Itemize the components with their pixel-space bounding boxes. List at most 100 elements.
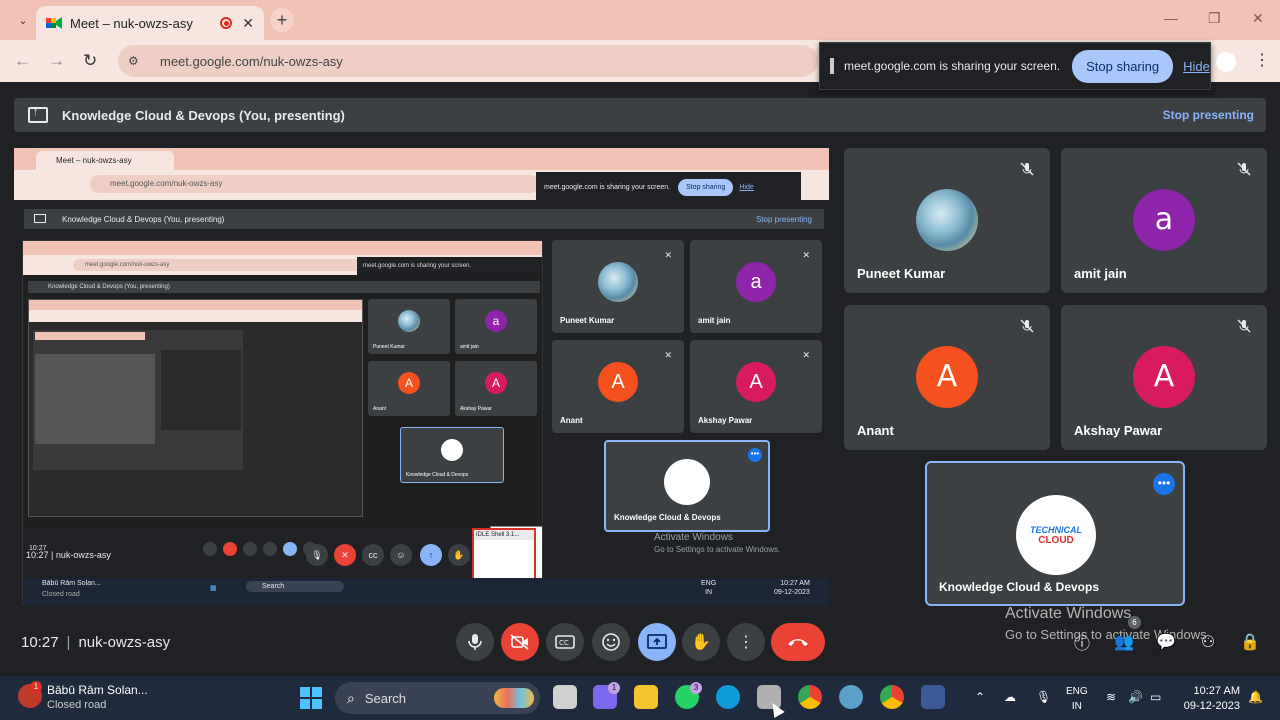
present-screen-icon (28, 106, 48, 123)
python-idle-icon[interactable] (921, 685, 945, 709)
shared-tile-anant: ✕ A Anant (552, 340, 684, 433)
chat-icon[interactable]: 💬 (1154, 630, 1178, 654)
minimize-button[interactable]: — (1164, 10, 1178, 26)
weather-user[interactable]: Bābū Rām Solan... (47, 683, 148, 697)
volume-icon[interactable]: 🔊 (1128, 690, 1143, 704)
activities-icon[interactable]: ⚇ (1196, 630, 1220, 654)
stop-presenting-button[interactable]: Stop presenting (1163, 108, 1254, 122)
browser-icon[interactable] (839, 685, 863, 709)
nested-tile-knowledge: Knowledge Cloud & Devops (400, 427, 504, 483)
more-options-icon[interactable]: ••• (1153, 473, 1175, 495)
shared-tile-name: Anant (560, 416, 583, 425)
shared-datetime: 10:27 AM 09-12-2023 (774, 580, 810, 596)
presenting-title: Knowledge Cloud & Devops (You, presentin… (62, 107, 345, 123)
deep-tiles (161, 350, 241, 430)
participant-tile-puneet[interactable]: Puneet Kumar (844, 148, 1050, 293)
shared-emoji-icon: ☺ (390, 544, 412, 566)
nested-inner-screen (28, 299, 363, 517)
site-info-icon[interactable]: ⚙ (128, 54, 146, 68)
tray-mic-icon[interactable]: 🎙 (1036, 690, 1051, 704)
participant-tile-akshay[interactable]: A Akshay Pawar (1061, 305, 1267, 450)
maximize-button[interactable]: ❐ (1208, 10, 1221, 27)
tab-strip: ⌄ Meet – nuk-owzs-asy ✕ + — ❐ ✕ (0, 0, 1280, 40)
present-screen-icon (647, 634, 667, 649)
shared-tile-name: Puneet Kumar (560, 316, 615, 325)
weather-status[interactable]: Closed road (47, 699, 106, 711)
tray-chevron-icon[interactable]: ⌃ (975, 690, 985, 704)
raise-hand-button[interactable]: ✋ (682, 623, 720, 661)
participant-tile-amit[interactable]: a amit jain (1061, 148, 1267, 293)
presenting-bar: Knowledge Cloud & Devops (You, presentin… (14, 98, 1266, 132)
window-close-button[interactable]: ✕ (1252, 10, 1264, 27)
hide-link[interactable]: Hide (1183, 59, 1210, 74)
camera-button[interactable] (501, 623, 539, 661)
nested-tile-puneet: Puneet Kumar (368, 299, 450, 354)
notifications-bell-icon[interactable]: 🔔 (1248, 690, 1263, 704)
hand-icon: ✋ (691, 634, 711, 651)
forward-icon[interactable]: → (48, 51, 65, 71)
language-indicator[interactable]: ENG IN (1066, 684, 1088, 714)
more-vert-icon: ⋮ (738, 634, 754, 651)
shared-present-icon: ↑ (420, 544, 442, 566)
microphone-button[interactable] (456, 623, 494, 661)
tab-search-icon[interactable]: ⌄ (10, 8, 36, 32)
hang-up-icon (788, 639, 808, 646)
participant-name: Akshay Pawar (1074, 423, 1163, 438)
tab-meet[interactable]: Meet – nuk-owzs-asy ✕ (36, 6, 264, 40)
chrome-profile-icon[interactable] (880, 685, 904, 709)
battery-icon[interactable]: ▭ (1150, 690, 1161, 704)
drag-handle-icon[interactable] (830, 58, 834, 74)
reload-icon[interactable]: ↻ (83, 51, 97, 71)
nested-tab-strip (23, 241, 542, 255)
present-button[interactable] (638, 623, 676, 661)
people-icon[interactable]: 👥 (1112, 630, 1136, 654)
shared-tile-name: Knowledge Cloud & Devops (614, 513, 721, 522)
menu-kebab-icon[interactable]: ⋮ (1254, 50, 1270, 70)
tab-close-icon[interactable]: ✕ (242, 15, 254, 32)
meeting-code: nuk-owzs-asy (78, 634, 171, 651)
taskbar-search[interactable]: ⌕ Search (335, 682, 540, 714)
wifi-icon[interactable]: ≋ (1106, 690, 1116, 704)
shared-more-icon: ••• (748, 448, 762, 462)
participant-tile-anant[interactable]: A Anant (844, 305, 1050, 450)
presenter-tile[interactable]: ••• TECHNICAL CLOUD Knowledge Cloud & De… (925, 461, 1185, 606)
windows-start-icon[interactable] (300, 687, 322, 709)
shared-tile-akshay: ✕ A Akshay Pawar (690, 340, 822, 433)
host-controls-icon[interactable]: 🔒 (1238, 630, 1262, 654)
nested-url: meet.google.com/nuk-owzs-asy (73, 259, 363, 271)
file-explorer-icon[interactable] (634, 685, 658, 709)
deep-tab (35, 332, 145, 340)
meeting-details-icon[interactable]: ⓘ (1070, 630, 1094, 654)
mic-off-icon (1237, 319, 1251, 333)
nested-logo (441, 438, 463, 461)
stop-sharing-button[interactable]: Stop sharing (1072, 49, 1174, 83)
shared-tile-name: amit jain (698, 316, 731, 325)
clock[interactable]: 10:27 AM 09-12-2023 (1178, 684, 1240, 714)
shared-taskbar-user: Bābū Rām Solan... (42, 580, 101, 587)
nested-name: Puneet Kumar (373, 344, 405, 350)
windows-taskbar: 1 Bābū Rām Solan... Closed road ⌕ Search… (0, 676, 1280, 720)
participant-name: Puneet Kumar (857, 266, 946, 281)
address-bar[interactable]: ⚙ meet.google.com/nuk-owzs-asy (118, 45, 818, 77)
edge-icon[interactable] (716, 685, 740, 709)
shared-logo (664, 458, 710, 505)
mic-icon (468, 634, 482, 650)
leave-call-button[interactable] (771, 623, 825, 661)
cloud-icon[interactable]: ☁ (1004, 690, 1016, 704)
search-icon: ⌕ (347, 689, 355, 706)
whatsapp-badge: 3 (690, 682, 702, 694)
chrome-icon[interactable] (798, 685, 822, 709)
nested-name: Akshay Pawar (460, 406, 492, 412)
teams-badge: 1 (608, 682, 620, 694)
mini-url: meet.google.com/nuk-owzs-asy (90, 175, 540, 193)
new-tab-button[interactable]: + (270, 8, 294, 32)
reactions-button[interactable] (592, 623, 630, 661)
more-options-button[interactable]: ⋮ (727, 623, 765, 661)
shared-avatar-photo (598, 261, 638, 302)
task-view-icon[interactable] (553, 685, 577, 709)
idle-title: IDLE Shell 3.1... (474, 530, 534, 540)
back-icon[interactable]: ← (14, 51, 31, 71)
captions-button[interactable]: CC (546, 623, 584, 661)
people-count-badge: 6 (1128, 616, 1141, 629)
profile-avatar[interactable] (1216, 52, 1236, 72)
